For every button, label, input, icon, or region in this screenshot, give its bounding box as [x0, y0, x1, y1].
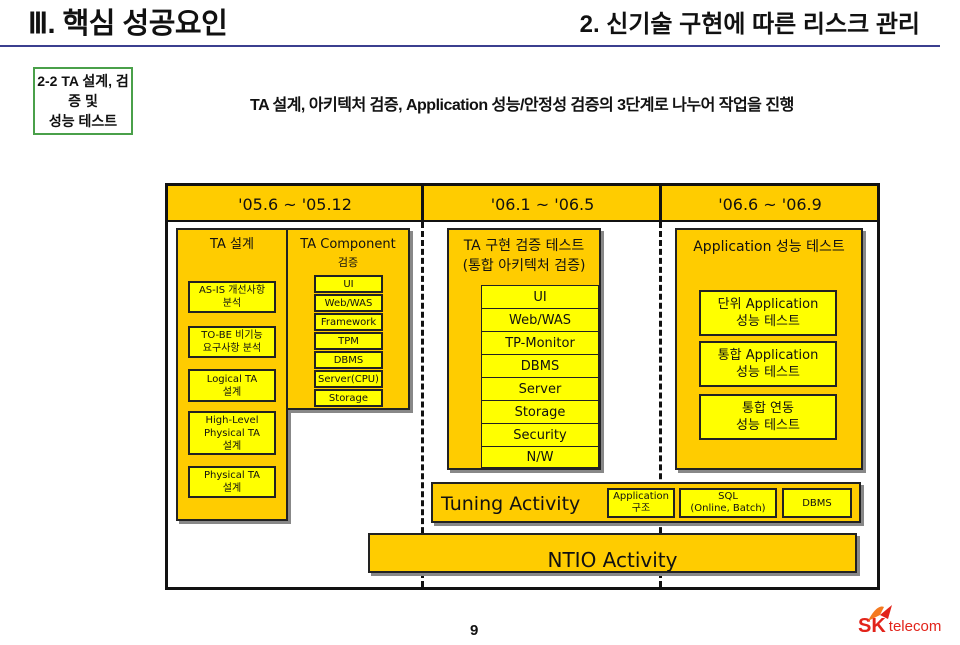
integration-test-panel: TA 구현 검증 테스트 (통합 아키텍처 검증) UI Web/WAS TP-…: [447, 228, 601, 470]
item-line: TO-BE 비기능: [201, 330, 263, 341]
section-title: Ⅲ. 핵심 성공요인: [28, 8, 228, 40]
tuning-item: DBMS: [782, 488, 852, 518]
period-divider-2: [659, 186, 662, 222]
period-1: '05.6 ~ '05.12: [238, 194, 352, 214]
tuning-activity-label: Tuning Activity: [441, 493, 581, 515]
tuning-activity-bar: Tuning Activity Application 구조 SQL (Onli…: [431, 482, 861, 523]
ta-design-title: TA 설계: [210, 237, 254, 252]
component-title-line2: 검증: [337, 256, 359, 269]
item-line: Logical TA: [206, 373, 258, 385]
integration-item: Server: [481, 377, 599, 400]
item-line: 통합 연동: [742, 401, 794, 416]
tuning-item: SQL (Online, Batch): [679, 488, 777, 518]
app-perf-panel: Application 성능 테스트 단위 Application 성능 테스트…: [675, 228, 863, 470]
period-2: '06.1 ~ '06.5: [490, 194, 595, 214]
item-line: AS-IS 개선사항: [198, 285, 266, 296]
subsection-label-line1: 2-2 TA 설계, 검증 및: [37, 73, 129, 109]
subsection-description: TA 설계, 아키텍처 검증, Application 성능/안정성 검증의 3…: [250, 97, 794, 114]
item-line: 단위 Application: [717, 297, 819, 312]
app-perf-item: 통합 연동 성능 테스트: [699, 394, 837, 440]
item-line: Physical TA: [203, 427, 261, 439]
item-line: High-Level: [205, 414, 259, 426]
component-title-line1: TA Component: [300, 237, 396, 252]
logo-telecom-text: telecom: [888, 618, 942, 635]
app-perf-item: 통합 Application 성능 테스트: [699, 341, 837, 387]
page-number: 9: [470, 622, 479, 639]
integration-item: UI: [481, 285, 599, 308]
ta-design-panel: TA 설계 AS-IS 개선사항 분석 TO-BE 비기능 요구사항 분석 Lo…: [176, 228, 288, 521]
ntio-activity-bar: NTIO Activity: [368, 533, 857, 573]
item-line: 설계: [222, 440, 242, 452]
component-item: Storage: [314, 389, 383, 407]
component-item: Framework: [314, 313, 383, 331]
item-line: 요구사항 분석: [202, 343, 262, 354]
component-item: Web/WAS: [314, 294, 383, 312]
component-item: UI: [314, 275, 383, 293]
component-title: TA Component 검증: [288, 236, 408, 272]
integration-test-title: TA 구현 검증 테스트 (통합 아키텍처 검증): [449, 236, 599, 276]
period-3: '06.6 ~ '06.9: [718, 194, 822, 214]
sk-telecom-logo: SK telecom: [858, 605, 942, 637]
integration-item: TP-Monitor: [481, 331, 599, 354]
item-line: 성능 테스트: [736, 365, 800, 380]
period-divider-1: [421, 186, 424, 222]
item-line: 성능 테스트: [736, 418, 800, 433]
title-divider: [0, 45, 940, 47]
item-line: DBMS: [802, 497, 832, 509]
component-stack: UI Web/WAS Framework TPM DBMS Server(CPU…: [314, 275, 383, 408]
component-panel: TA Component 검증 UI Web/WAS Framework TPM…: [286, 228, 410, 410]
tuning-item: Application 구조: [607, 488, 675, 518]
integration-item: Security: [481, 423, 599, 446]
integration-title-line1: TA 구현 검증 테스트: [463, 238, 585, 254]
integration-item: N/W: [481, 446, 599, 469]
integration-item: Storage: [481, 400, 599, 423]
sk-butterfly-icon: [868, 605, 892, 621]
integration-item: DBMS: [481, 354, 599, 377]
ta-design-item: Logical TA 설계: [188, 369, 276, 402]
subsection-label-line2: 성능 테스트: [48, 113, 118, 129]
item-line: Physical TA: [203, 470, 261, 481]
component-item: Server(CPU): [314, 370, 383, 388]
integration-stack: UI Web/WAS TP-Monitor DBMS Server Storag…: [481, 285, 599, 469]
component-item: TPM: [314, 332, 383, 350]
ntio-activity-label: NTIO Activity: [547, 548, 678, 572]
integration-title-line2: (통합 아키텍처 검증): [462, 258, 586, 274]
item-line: 통합 Application: [717, 348, 819, 363]
subsection-title: 2. 신기술 구현에 따른 리스크 관리: [579, 11, 920, 38]
integration-item: Web/WAS: [481, 308, 599, 331]
subsection-label-box: 2-2 TA 설계, 검증 및 성능 테스트: [33, 67, 133, 135]
app-perf-item: 단위 Application 성능 테스트: [699, 290, 837, 336]
item-line: 분석: [222, 298, 242, 309]
item-line: 설계: [222, 386, 242, 398]
item-line: (Online, Batch): [690, 503, 766, 514]
component-item: DBMS: [314, 351, 383, 369]
item-line: 구조: [631, 503, 651, 514]
app-perf-title: Application 성능 테스트: [693, 239, 845, 255]
ta-design-item: TO-BE 비기능 요구사항 분석: [188, 326, 276, 358]
item-line: 설계: [222, 483, 242, 494]
item-line: 성능 테스트: [736, 314, 800, 329]
ta-design-item: High-Level Physical TA 설계: [188, 411, 276, 455]
ta-design-item: Physical TA 설계: [188, 466, 276, 498]
ta-design-item: AS-IS 개선사항 분석: [188, 281, 276, 313]
item-line: SQL: [718, 491, 738, 502]
item-line: Application: [613, 491, 669, 502]
